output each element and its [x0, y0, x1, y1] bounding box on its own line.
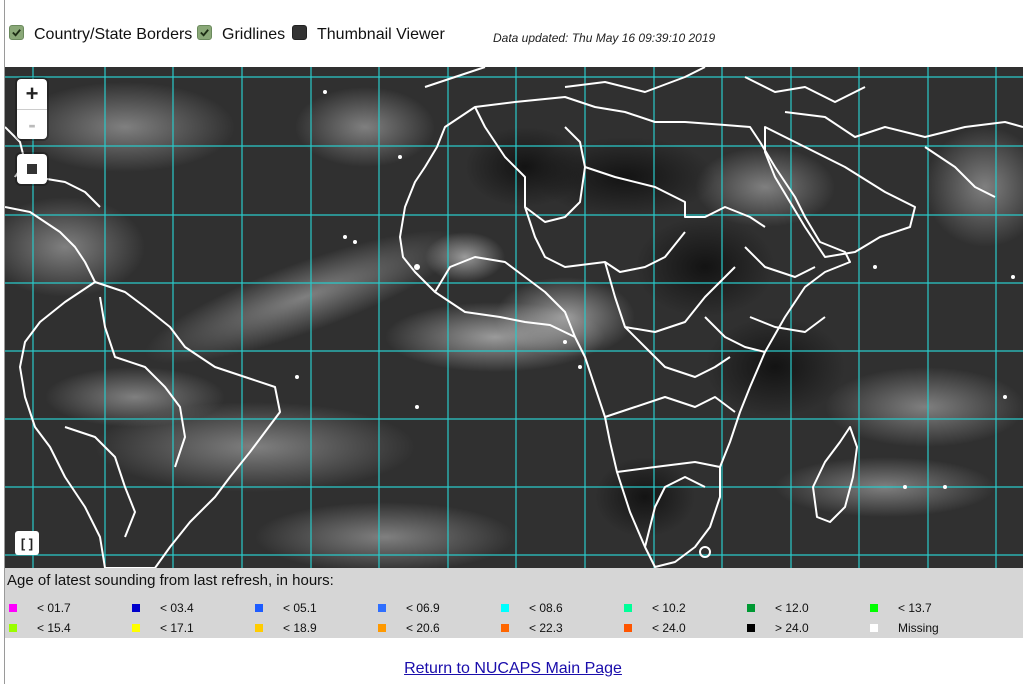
- legend-label: < 03.4: [160, 601, 194, 615]
- gridlines-checkbox[interactable]: [197, 24, 212, 40]
- legend-label: < 18.9: [283, 621, 317, 635]
- legend-label: > 24.0: [775, 621, 809, 635]
- legend-swatch: [132, 624, 140, 632]
- zoom-out-button[interactable]: -: [17, 109, 47, 140]
- square-icon: [27, 164, 37, 174]
- satellite-imagery: [5, 67, 1023, 568]
- legend-swatch: [378, 604, 386, 612]
- borders-label: Country/State Borders: [34, 26, 193, 43]
- legend-label: < 06.9: [406, 601, 440, 615]
- zoom-control: + -: [17, 79, 47, 139]
- thumbnail-checkbox[interactable]: [292, 24, 307, 40]
- legend-label: < 24.0: [652, 621, 686, 635]
- legend-swatch: [747, 624, 755, 632]
- return-link-container: Return to NUCAPS Main Page: [0, 660, 1026, 678]
- legend-swatch: [624, 604, 632, 612]
- legend-swatch: [501, 604, 509, 612]
- legend-label: < 08.6: [529, 601, 563, 615]
- legend-swatch: [870, 604, 878, 612]
- legend-title: Age of latest sounding from last refresh…: [7, 572, 334, 589]
- checkmark-icon: [12, 28, 21, 37]
- legend-label: Missing: [898, 621, 939, 635]
- sounding-age-legend: Age of latest sounding from last refresh…: [5, 568, 1023, 638]
- gridlines-label: Gridlines: [222, 26, 286, 43]
- checkmark-icon: [200, 28, 209, 37]
- legend-label: < 22.3: [529, 621, 563, 635]
- legend-swatch: [378, 624, 386, 632]
- draw-rectangle-button[interactable]: [17, 154, 47, 184]
- return-to-main-link[interactable]: Return to NUCAPS Main Page: [404, 660, 622, 677]
- legend-label: < 05.1: [283, 601, 317, 615]
- legend-swatch: [132, 604, 140, 612]
- legend-label: < 15.4: [37, 621, 71, 635]
- legend-label: < 10.2: [652, 601, 686, 615]
- legend-label: < 20.6: [406, 621, 440, 635]
- legend-swatch: [624, 624, 632, 632]
- legend-label: < 13.7: [898, 601, 932, 615]
- legend-label: < 01.7: [37, 601, 71, 615]
- gridlines-toggle[interactable]: Gridlines: [197, 24, 286, 44]
- legend-label: < 12.0: [775, 601, 809, 615]
- thumbnail-label: Thumbnail Viewer: [317, 26, 445, 43]
- zoom-in-button[interactable]: +: [17, 79, 47, 109]
- legend-swatch: [747, 604, 755, 612]
- legend-swatch: [501, 624, 509, 632]
- borders-toggle[interactable]: Country/State Borders: [9, 24, 193, 44]
- legend-swatch: [255, 604, 263, 612]
- data-updated-text: Data updated: Thu May 16 09:39:10 2019: [493, 31, 716, 45]
- borders-checkbox[interactable]: [9, 24, 24, 40]
- legend-swatch: [9, 624, 17, 632]
- legend-label: < 17.1: [160, 621, 194, 635]
- fullscreen-button[interactable]: [ ]: [15, 531, 39, 555]
- legend-swatch: [870, 624, 878, 632]
- legend-swatch: [255, 624, 263, 632]
- legend-swatch: [9, 604, 17, 612]
- map-toolbar: Country/State Borders Gridlines Thumbnai…: [5, 0, 1026, 67]
- satellite-map[interactable]: + - [ ]: [5, 67, 1023, 568]
- thumbnail-toggle[interactable]: Thumbnail Viewer: [292, 24, 445, 44]
